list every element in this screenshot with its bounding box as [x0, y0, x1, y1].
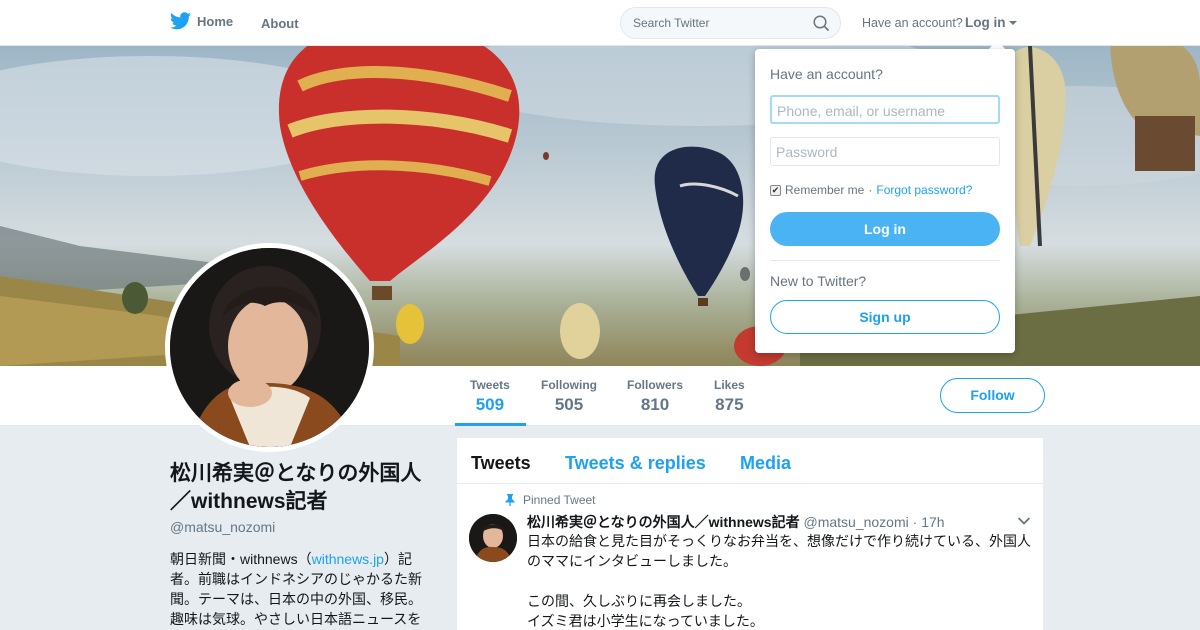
- avatar-photo: [170, 248, 369, 447]
- remember-label[interactable]: Remember me: [785, 183, 864, 197]
- tweet-text: 日本の給食と見た目がそっくりなお弁当を、想像だけで作り続けている、外国人のママに…: [527, 531, 1037, 630]
- profile-bio: 朝日新聞・withnews（withnews.jp）記者。前職はインドネシアのじ…: [170, 549, 432, 629]
- login-dropdown-toggle[interactable]: Log in: [965, 15, 1018, 30]
- stat-followers-label: Followers: [627, 378, 684, 392]
- profile-handle[interactable]: @matsu_nozomi: [170, 519, 275, 535]
- tweet-avatar[interactable]: [469, 514, 517, 562]
- forgot-password-link[interactable]: Forgot password?: [876, 183, 972, 197]
- tab-tweets[interactable]: Tweets: [471, 453, 531, 474]
- tweet-avatar-photo: [469, 514, 517, 562]
- stat-likes-value: 875: [715, 395, 744, 414]
- dropdown-divider: [770, 260, 1000, 261]
- login-button[interactable]: Log in: [770, 212, 1000, 246]
- stat-followers[interactable]: Followers 810: [627, 378, 683, 415]
- nav-about[interactable]: About: [261, 16, 299, 31]
- nav-home[interactable]: Home: [170, 12, 233, 30]
- remember-checkbox[interactable]: ✔: [770, 184, 781, 196]
- password-input[interactable]: Password: [770, 137, 1000, 166]
- bio-text-1: 朝日新聞・withnews（: [170, 551, 312, 567]
- separator-dot: ·: [868, 183, 873, 197]
- top-nav-bar: Home About Search Twitter Have an accoun…: [0, 0, 1200, 46]
- stat-likes-label: Likes: [714, 378, 745, 392]
- tweet-timestamp[interactable]: · 17h: [913, 514, 945, 530]
- stat-following[interactable]: Following 505: [541, 378, 597, 415]
- twitter-bird-icon: [170, 12, 191, 30]
- search-input[interactable]: Search Twitter: [633, 16, 709, 30]
- username-input[interactable]: Phone, email, or username: [770, 95, 1000, 124]
- new-to-twitter-text: New to Twitter?: [770, 273, 867, 289]
- profile-avatar[interactable]: [165, 243, 374, 452]
- dropdown-title: Have an account?: [770, 66, 883, 82]
- bio-link[interactable]: withnews.jp: [312, 551, 384, 567]
- timeline-tabs: Tweets Tweets & replies Media: [457, 438, 1043, 484]
- stat-following-label: Following: [541, 378, 597, 392]
- stat-following-value: 505: [554, 395, 584, 414]
- profile-name: 松川希実＠となりの外国人／withnews記者: [170, 462, 422, 513]
- timeline: Tweets Tweets & replies Media Pinned Twe…: [456, 437, 1044, 630]
- stat-likes[interactable]: Likes 875: [714, 378, 745, 415]
- caret-down-icon: [1009, 21, 1018, 26]
- have-account-text: Have an account?: [862, 16, 963, 30]
- remember-row: ✔ Remember me · Forgot password?: [770, 183, 972, 197]
- tweet-author-handle[interactable]: @matsu_nozomi: [803, 514, 908, 530]
- stat-tweets[interactable]: Tweets 509: [470, 378, 510, 415]
- tweet-author-name[interactable]: 松川希実＠となりの外国人／withnews記者: [527, 514, 800, 530]
- signup-button[interactable]: Sign up: [770, 300, 1000, 334]
- pinned-label: Pinned Tweet: [523, 493, 596, 507]
- search-icon[interactable]: [813, 15, 830, 32]
- stat-tweets-label: Tweets: [470, 378, 510, 392]
- login-dropdown: Have an account? Phone, email, or userna…: [755, 49, 1015, 353]
- tab-tweets-replies[interactable]: Tweets & replies: [565, 453, 706, 474]
- tweet-line-2: この間、久しぶりに再会しました。: [527, 593, 751, 609]
- pinned-indicator: Pinned Tweet: [505, 493, 596, 507]
- active-stat-indicator: [455, 423, 526, 426]
- follow-button[interactable]: Follow: [940, 378, 1045, 413]
- tweet-line-1: 日本の給食と見た目がそっくりなお弁当を、想像だけで作り続けている、外国人のママに…: [527, 533, 1031, 569]
- stat-tweets-value: 509: [475, 395, 505, 414]
- tweet-header: 松川希実＠となりの外国人／withnews記者 @matsu_nozomi · …: [527, 512, 945, 532]
- tweet-line-3: イズミ君は小学生になっていました。: [527, 613, 764, 629]
- chevron-down-icon[interactable]: [1017, 516, 1031, 526]
- stat-followers-value: 810: [640, 395, 670, 414]
- search-box[interactable]: Search Twitter: [620, 7, 841, 39]
- nav-home-label: Home: [197, 13, 234, 29]
- login-link-label: Log in: [965, 15, 1006, 30]
- tab-media[interactable]: Media: [740, 453, 791, 474]
- pin-icon: [505, 494, 515, 506]
